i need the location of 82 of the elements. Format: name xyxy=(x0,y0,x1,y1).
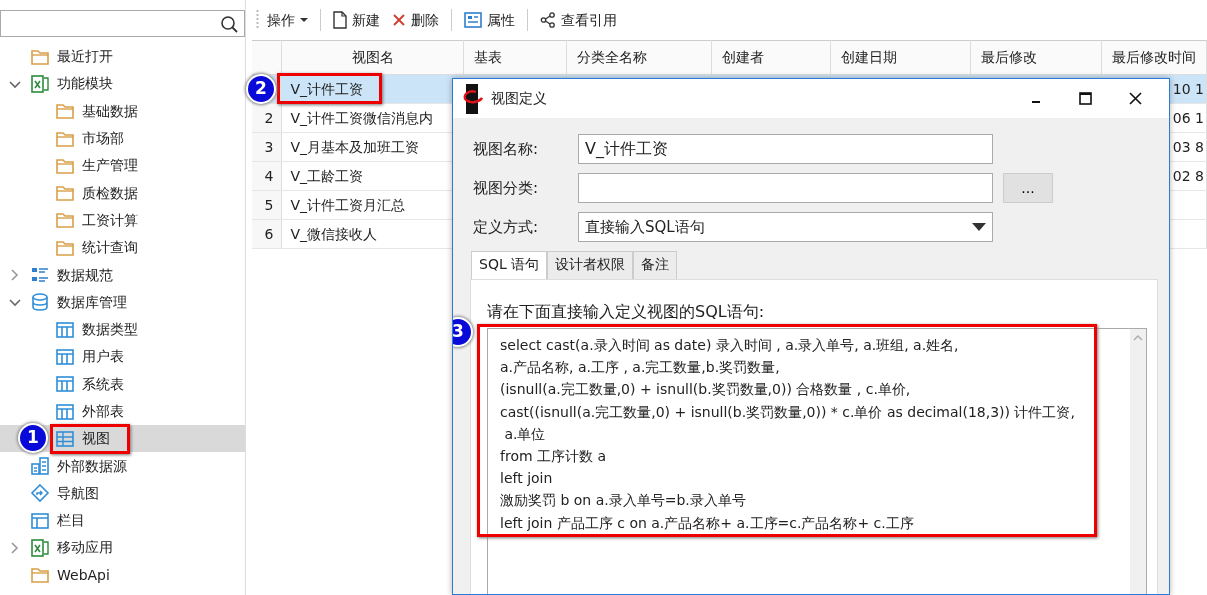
tree-item[interactable]: 基础数据 xyxy=(82,100,138,122)
tree-item[interactable]: 外部数据源 xyxy=(57,455,127,477)
number-badge: 3 xyxy=(453,317,473,347)
tree-item[interactable]: 质检数据 xyxy=(82,182,138,204)
tree-item[interactable]: 生产管理 xyxy=(82,155,138,177)
tree-item[interactable]: WebApi xyxy=(57,564,110,586)
column-header[interactable]: 创建日期 xyxy=(830,40,971,75)
tree-item[interactable]: 移动应用 xyxy=(57,537,113,559)
table-icon xyxy=(55,374,75,395)
tree-item[interactable]: 用户表 xyxy=(82,346,124,368)
row-number: 6 xyxy=(252,219,282,249)
diamond-icon xyxy=(30,483,50,504)
tab[interactable]: SQL 语句 xyxy=(471,251,548,279)
grid-icon xyxy=(55,428,75,449)
maximize-icon[interactable] xyxy=(1076,90,1094,107)
folder-icon xyxy=(30,565,50,586)
tree-item[interactable]: 系统表 xyxy=(82,373,124,395)
browse-button[interactable]: ... xyxy=(1003,173,1053,203)
close-icon xyxy=(392,13,406,27)
number-badge: 2 xyxy=(246,74,276,104)
window-title: 视图定义 xyxy=(491,89,547,108)
tree-item[interactable]: 功能模块 xyxy=(57,73,113,95)
tree-item[interactable]: 市场部 xyxy=(82,128,124,150)
dropdown-caret-icon xyxy=(972,223,986,231)
column-header[interactable]: 基表 xyxy=(463,40,567,75)
column-header[interactable]: 创建者 xyxy=(711,40,831,75)
instruction-text: 请在下面直接输入定义视图的SQL语句: xyxy=(487,301,765,323)
toolbar-button[interactable]: 属性 xyxy=(460,7,519,33)
close-icon[interactable] xyxy=(1126,90,1144,107)
table-icon xyxy=(55,319,75,340)
row-number: 2 xyxy=(252,103,282,133)
list-icon xyxy=(30,265,50,285)
toolbar-button[interactable]: 删除 xyxy=(388,7,443,33)
tree-item[interactable]: 数据库管理 xyxy=(57,291,127,313)
scrollbar[interactable] xyxy=(1130,329,1146,594)
search-icon xyxy=(220,14,238,33)
scroll-up-icon[interactable] xyxy=(1133,335,1143,341)
field-label: 定义方式: xyxy=(473,216,540,238)
tab[interactable]: 设计者权限 xyxy=(547,251,634,279)
tree-item[interactable]: 工资计算 xyxy=(82,209,138,231)
share-icon xyxy=(540,12,556,28)
tab[interactable]: 备注 xyxy=(633,251,678,279)
menu-button[interactable]: 操作 xyxy=(263,7,312,33)
toolbar-grip xyxy=(256,9,259,31)
tree-item[interactable]: 栏目 xyxy=(57,510,85,532)
number-badge: 1 xyxy=(18,423,48,454)
tree-item[interactable]: 最近打开 xyxy=(57,46,113,68)
table-icon xyxy=(55,346,75,367)
folder-icon xyxy=(55,101,75,122)
tree-item[interactable]: 视图 xyxy=(82,428,110,450)
form-icon xyxy=(464,12,482,28)
toolbar-button[interactable]: 查看引用 xyxy=(536,7,621,33)
column-header[interactable]: 最后修改时间 xyxy=(1101,40,1207,75)
tree-item[interactable]: 数据类型 xyxy=(82,319,138,341)
layout-icon xyxy=(30,510,50,531)
tree-item[interactable]: 导航图 xyxy=(57,482,99,504)
caret-icon xyxy=(300,17,308,23)
folder-icon xyxy=(55,183,75,204)
row-number: 4 xyxy=(252,161,282,191)
tree-item[interactable]: 数据规范 xyxy=(57,264,113,286)
field-label: 视图名称: xyxy=(473,138,540,160)
app-logo-icon xyxy=(461,83,485,114)
column-header[interactable]: 分类全名称 xyxy=(566,40,712,75)
search-field[interactable] xyxy=(0,10,245,37)
tree-item[interactable]: 外部表 xyxy=(82,401,124,422)
row-number: 5 xyxy=(252,190,282,220)
input-field[interactable]: V_计件工资 xyxy=(578,134,993,164)
column-header[interactable]: 最后修改 xyxy=(970,40,1102,75)
field-label: 视图分类: xyxy=(473,177,540,199)
building-icon xyxy=(30,456,50,477)
toolbar-button[interactable]: 新建 xyxy=(329,7,384,33)
spreadsheet-icon xyxy=(30,538,50,558)
dropdown-field[interactable]: 直接输入SQL语句 xyxy=(578,212,993,242)
row-number: 3 xyxy=(252,132,282,162)
column-header[interactable]: 视图名 xyxy=(281,40,464,75)
spreadsheet-icon xyxy=(30,73,50,94)
folder-icon xyxy=(55,210,75,231)
table-icon xyxy=(55,401,75,422)
database-icon xyxy=(30,292,50,313)
document-icon xyxy=(333,11,347,29)
tree-item[interactable]: 统计查询 xyxy=(82,237,138,259)
input-field[interactable] xyxy=(578,173,993,203)
